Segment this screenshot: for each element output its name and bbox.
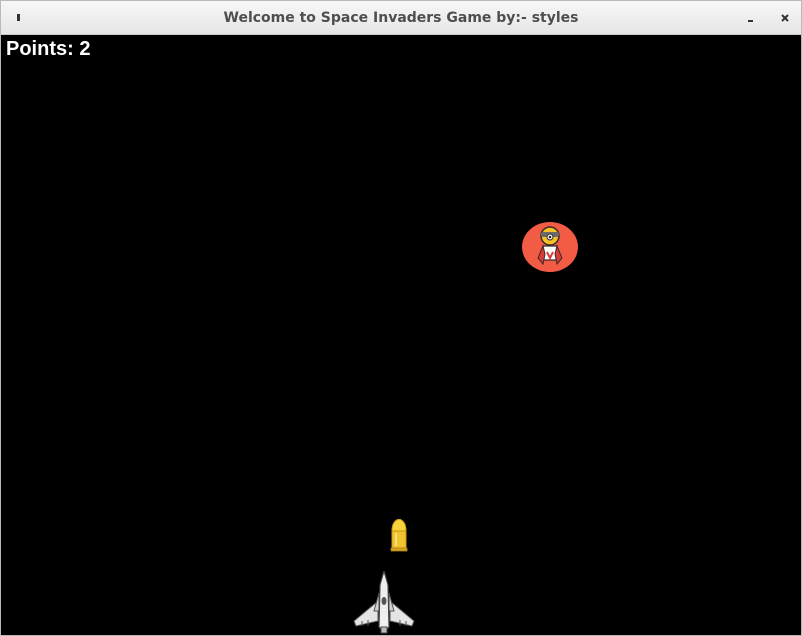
game-canvas[interactable]: Points: 2 <box>1 35 801 635</box>
title-bar[interactable]: Welcome to Space Invaders Game by:- styl… <box>1 1 801 35</box>
player-spaceship[interactable] <box>352 568 416 635</box>
close-button[interactable] <box>776 9 794 27</box>
score-label: Points: 2 <box>6 38 91 60</box>
game-window: Welcome to Space Invaders Game by:- styl… <box>0 0 802 636</box>
minimize-button[interactable] <box>742 9 760 27</box>
window-title: Welcome to Space Invaders Game by:- styl… <box>223 10 579 26</box>
player-bullet <box>390 518 408 557</box>
enemy-invader <box>521 222 579 278</box>
